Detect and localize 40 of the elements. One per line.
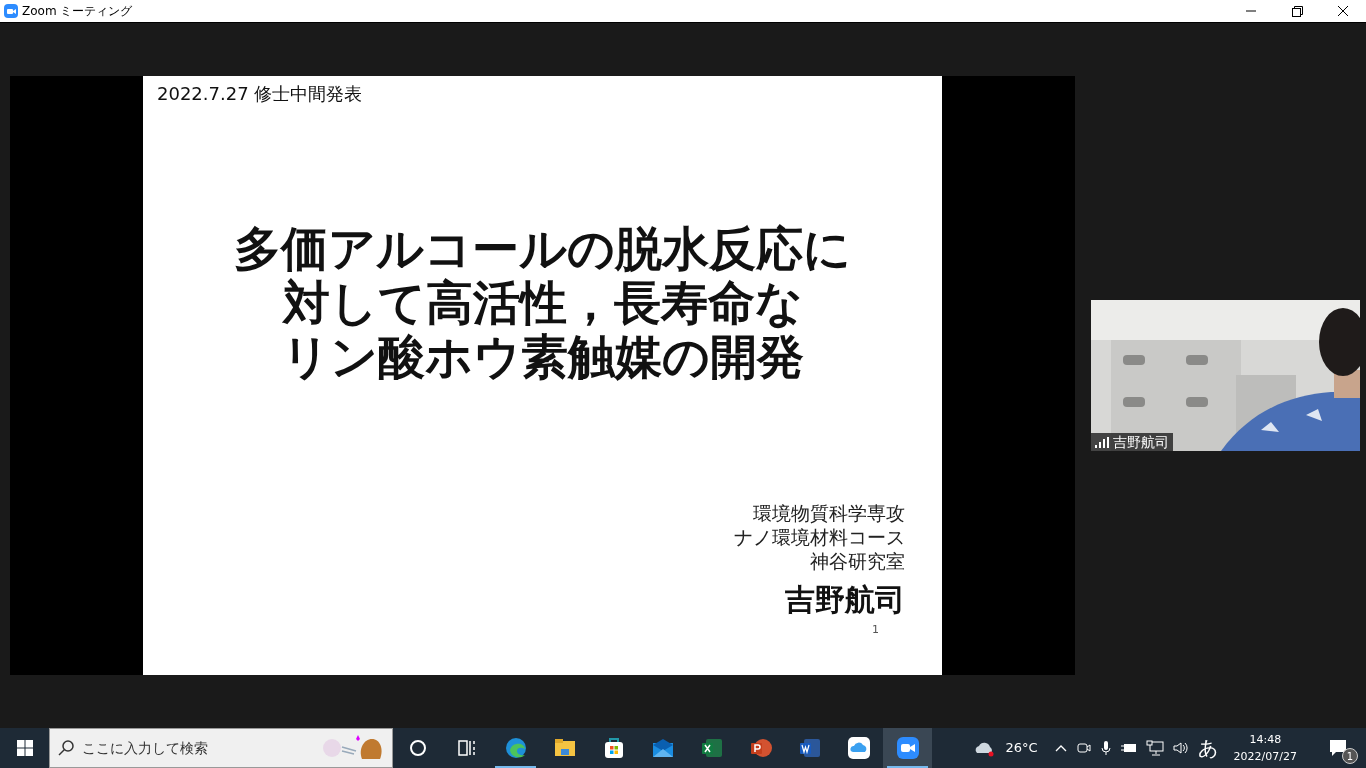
affiliation-line: 環境物質科学専攻 bbox=[753, 501, 905, 525]
video-camera-icon bbox=[895, 736, 920, 760]
participant-name: 吉野航司 bbox=[1113, 433, 1169, 451]
clock-time: 14:48 bbox=[1248, 732, 1283, 748]
notification-count-badge: 1 bbox=[1342, 748, 1358, 764]
presentation-app-icon bbox=[748, 736, 773, 760]
camera-icon[interactable] bbox=[1075, 740, 1092, 756]
spreadsheet-app-icon bbox=[699, 736, 724, 760]
slide-title-line: リン酸ホウ素触媒の開発 bbox=[281, 330, 804, 384]
cloud-app-icon bbox=[846, 736, 871, 760]
presenter-name: 吉野航司 bbox=[785, 581, 905, 619]
windows-logo-icon bbox=[16, 740, 33, 756]
window-title: Zoom ミーティング bbox=[22, 3, 133, 20]
volume-icon[interactable] bbox=[1171, 740, 1190, 756]
envelope-icon bbox=[650, 736, 675, 760]
microphone-icon[interactable] bbox=[1099, 740, 1112, 756]
slide-title-line: 対して高活性，長寿命な bbox=[282, 276, 803, 330]
clock[interactable]: 14:48 2022/07/27 bbox=[1225, 731, 1305, 765]
page-number: 1 bbox=[872, 622, 879, 638]
message-icon bbox=[1327, 738, 1348, 758]
notifications-button[interactable]: 1 bbox=[1313, 728, 1362, 768]
input-method-indicator[interactable]: あ bbox=[1197, 733, 1218, 763]
affiliation-line: ナノ環境材料コース bbox=[734, 525, 905, 549]
network-icon[interactable] bbox=[1145, 740, 1164, 756]
signal-icon bbox=[1095, 436, 1109, 448]
restore-icon bbox=[1291, 5, 1303, 17]
browser-icon bbox=[503, 736, 528, 760]
slide-title-line: 多価アルコールの脱水反応に bbox=[234, 222, 851, 276]
close-icon bbox=[1338, 6, 1348, 16]
search-field[interactable]: ここに入力して検索 bbox=[49, 728, 393, 768]
search-icon bbox=[58, 740, 74, 756]
temperature: 26°C bbox=[1005, 739, 1038, 758]
taskbar-app-button[interactable] bbox=[883, 728, 932, 768]
affiliation-line: 神谷研究室 bbox=[810, 549, 905, 573]
minimize-icon bbox=[1246, 10, 1256, 12]
slide-header: 2022.7.27 修士中間発表 bbox=[157, 82, 363, 106]
clock-date: 2022/07/27 bbox=[1233, 749, 1297, 765]
search-placeholder: ここに入力して検索 bbox=[82, 738, 209, 758]
document-app-icon bbox=[797, 736, 822, 760]
zoom-logo-icon bbox=[4, 4, 18, 18]
